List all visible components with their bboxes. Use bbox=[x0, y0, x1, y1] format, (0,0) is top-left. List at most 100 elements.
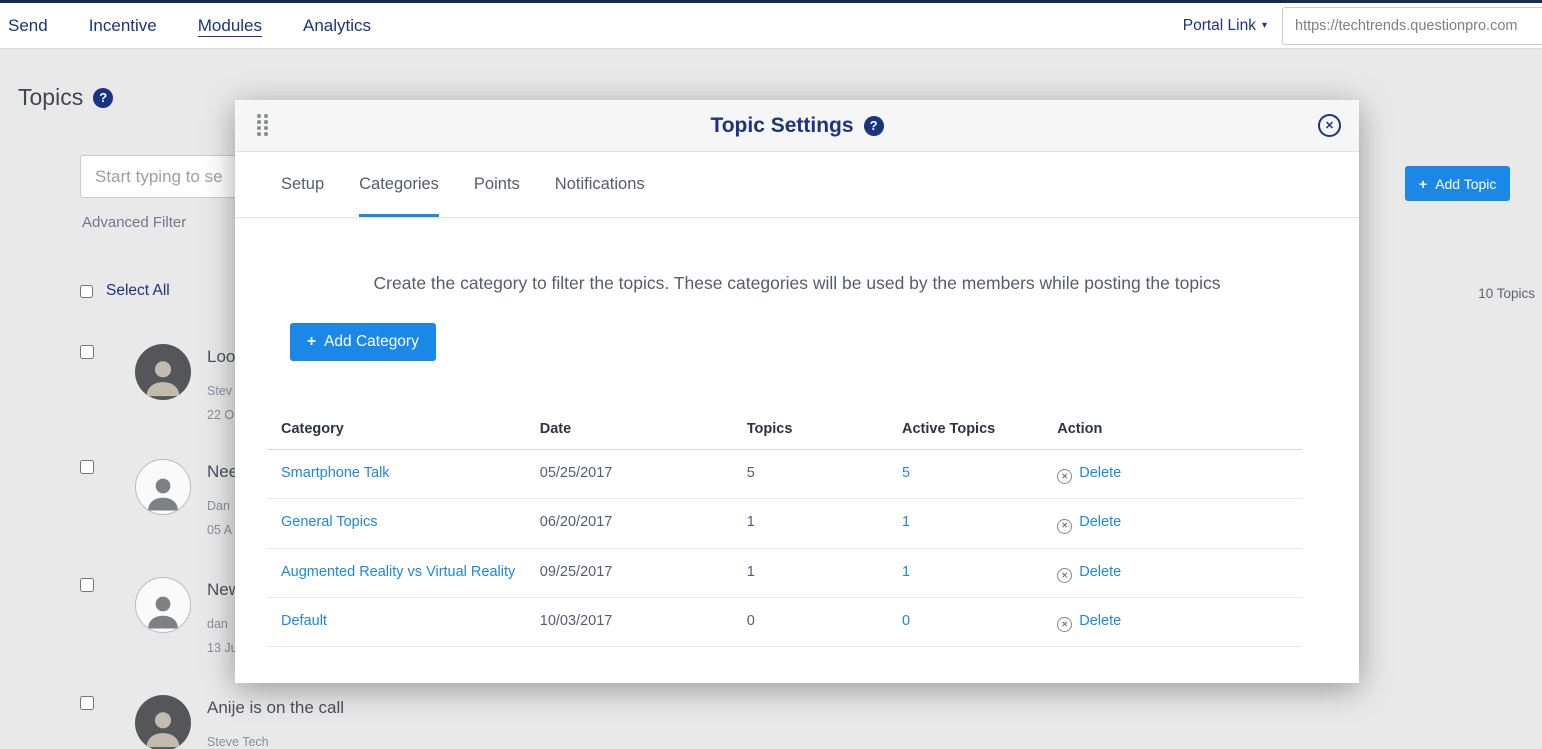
topic-date: 22 O bbox=[207, 408, 235, 422]
active-topics-link[interactable]: 1 bbox=[902, 564, 910, 580]
close-icon[interactable]: ✕ bbox=[1318, 114, 1341, 137]
category-link[interactable]: Augmented Reality vs Virtual Reality bbox=[281, 564, 515, 580]
nav-item-send[interactable]: Send bbox=[8, 16, 48, 36]
topic-meta: Loo Stev 22 O bbox=[207, 347, 235, 422]
category-link[interactable]: Default bbox=[281, 613, 327, 629]
delete-circle-icon: ✕ bbox=[1057, 469, 1072, 484]
page-title: Topics bbox=[18, 84, 83, 111]
drag-dot bbox=[257, 114, 261, 118]
tab-points[interactable]: Points bbox=[474, 152, 520, 217]
avatar bbox=[135, 695, 191, 749]
table-row: Smartphone Talk 05/25/2017 5 5 ✕ Delete bbox=[267, 450, 1302, 499]
category-description: Create the category to filter the topics… bbox=[235, 273, 1359, 294]
portal-link-group: Portal Link ▾ bbox=[1183, 7, 1542, 45]
modal-header: Topic Settings ? ✕ bbox=[235, 100, 1359, 152]
topic-meta: Nee Dan 05 A bbox=[207, 462, 238, 537]
drag-dot bbox=[257, 120, 261, 124]
drag-dot bbox=[264, 114, 268, 118]
topic-title[interactable]: Nee bbox=[207, 462, 238, 482]
topic-list-item: Anije is on the call Steve Tech bbox=[60, 688, 1542, 749]
add-topic-button[interactable]: + Add Topic bbox=[1405, 166, 1510, 201]
active-topics-link[interactable]: 5 bbox=[902, 465, 910, 481]
topic-title[interactable]: Anije is on the call bbox=[207, 698, 344, 718]
person-icon bbox=[142, 590, 184, 632]
select-all-label: Select All bbox=[106, 282, 170, 300]
avatar bbox=[135, 577, 191, 633]
nav-item-analytics[interactable]: Analytics bbox=[303, 16, 371, 36]
cell-topics: 1 bbox=[733, 499, 888, 548]
topic-settings-modal: Topic Settings ? ✕ Setup Categories Poin… bbox=[235, 100, 1359, 683]
tab-notifications[interactable]: Notifications bbox=[555, 152, 645, 217]
modal-title: Topic Settings bbox=[710, 114, 853, 138]
drag-dot bbox=[257, 126, 261, 130]
col-action: Action bbox=[1043, 410, 1302, 450]
add-topic-label: Add Topic bbox=[1435, 176, 1496, 192]
select-all-row: Select All bbox=[80, 282, 170, 300]
add-category-label: Add Category bbox=[324, 333, 419, 351]
avatar bbox=[135, 344, 191, 400]
table-row: Augmented Reality vs Virtual Reality 09/… bbox=[267, 548, 1302, 597]
topic-checkbox[interactable] bbox=[80, 696, 94, 710]
category-link[interactable]: General Topics bbox=[281, 514, 377, 530]
topic-checkbox[interactable] bbox=[80, 345, 94, 359]
topics-count: 10 Topics bbox=[1478, 286, 1535, 301]
topic-date: 05 A bbox=[207, 523, 238, 537]
col-active-topics: Active Topics bbox=[888, 410, 1043, 450]
active-topics-link[interactable]: 0 bbox=[902, 613, 910, 629]
delete-link[interactable]: Delete bbox=[1079, 514, 1121, 530]
cell-date: 05/25/2017 bbox=[526, 450, 733, 499]
plus-icon: + bbox=[1419, 176, 1427, 192]
delete-link[interactable]: Delete bbox=[1079, 465, 1121, 481]
person-icon bbox=[140, 705, 186, 749]
delete-link[interactable]: Delete bbox=[1079, 613, 1121, 629]
delete-link[interactable]: Delete bbox=[1079, 564, 1121, 580]
help-icon[interactable]: ? bbox=[864, 116, 884, 136]
drag-handle[interactable] bbox=[257, 114, 268, 138]
add-category-button[interactable]: + Add Category bbox=[290, 323, 436, 361]
tab-setup[interactable]: Setup bbox=[281, 152, 324, 217]
delete-circle-icon: ✕ bbox=[1057, 519, 1072, 534]
modal-tabs: Setup Categories Points Notifications bbox=[235, 152, 1359, 218]
table-row: General Topics 06/20/2017 1 1 ✕ Delete bbox=[267, 499, 1302, 548]
topic-author: Dan bbox=[207, 499, 238, 513]
category-link[interactable]: Smartphone Talk bbox=[281, 465, 390, 481]
col-date: Date bbox=[526, 410, 733, 450]
cell-date: 06/20/2017 bbox=[526, 499, 733, 548]
cell-date: 09/25/2017 bbox=[526, 548, 733, 597]
table-row: Default 10/03/2017 0 0 ✕ Delete bbox=[267, 597, 1302, 646]
topic-author: Steve Tech bbox=[207, 735, 344, 749]
topic-checkbox[interactable] bbox=[80, 578, 94, 592]
drag-dot bbox=[264, 132, 268, 136]
person-icon bbox=[142, 472, 184, 514]
nav-item-incentive[interactable]: Incentive bbox=[89, 16, 157, 36]
cell-topics: 0 bbox=[733, 597, 888, 646]
col-category: Category bbox=[267, 410, 526, 450]
page-title-row: Topics ? bbox=[18, 84, 113, 111]
advanced-filter-link[interactable]: Advanced Filter bbox=[82, 214, 186, 231]
top-nav: Send Incentive Modules Analytics Portal … bbox=[0, 0, 1542, 49]
cell-topics: 5 bbox=[733, 450, 888, 499]
select-all-checkbox[interactable] bbox=[80, 285, 93, 298]
portal-link-dropdown[interactable]: Portal Link ▾ bbox=[1183, 17, 1267, 35]
plus-icon: + bbox=[307, 333, 316, 351]
topic-meta: Anije is on the call Steve Tech bbox=[207, 698, 344, 749]
portal-url-input[interactable] bbox=[1282, 7, 1542, 45]
cell-date: 10/03/2017 bbox=[526, 597, 733, 646]
col-topics: Topics bbox=[733, 410, 888, 450]
categories-table: Category Date Topics Active Topics Actio… bbox=[267, 410, 1302, 647]
delete-circle-icon: ✕ bbox=[1057, 568, 1072, 583]
chevron-down-icon: ▾ bbox=[1262, 20, 1267, 31]
tab-categories[interactable]: Categories bbox=[359, 152, 439, 217]
drag-dot bbox=[264, 120, 268, 124]
cell-topics: 1 bbox=[733, 548, 888, 597]
drag-dot bbox=[257, 132, 261, 136]
topic-author: Stev bbox=[207, 384, 235, 398]
active-topics-link[interactable]: 1 bbox=[902, 514, 910, 530]
topic-checkbox[interactable] bbox=[80, 460, 94, 474]
nav-item-modules[interactable]: Modules bbox=[198, 16, 262, 36]
portal-link-label: Portal Link bbox=[1183, 17, 1256, 35]
help-icon[interactable]: ? bbox=[93, 88, 113, 108]
delete-circle-icon: ✕ bbox=[1057, 617, 1072, 632]
person-icon bbox=[140, 354, 186, 400]
topic-title[interactable]: Loo bbox=[207, 347, 235, 367]
